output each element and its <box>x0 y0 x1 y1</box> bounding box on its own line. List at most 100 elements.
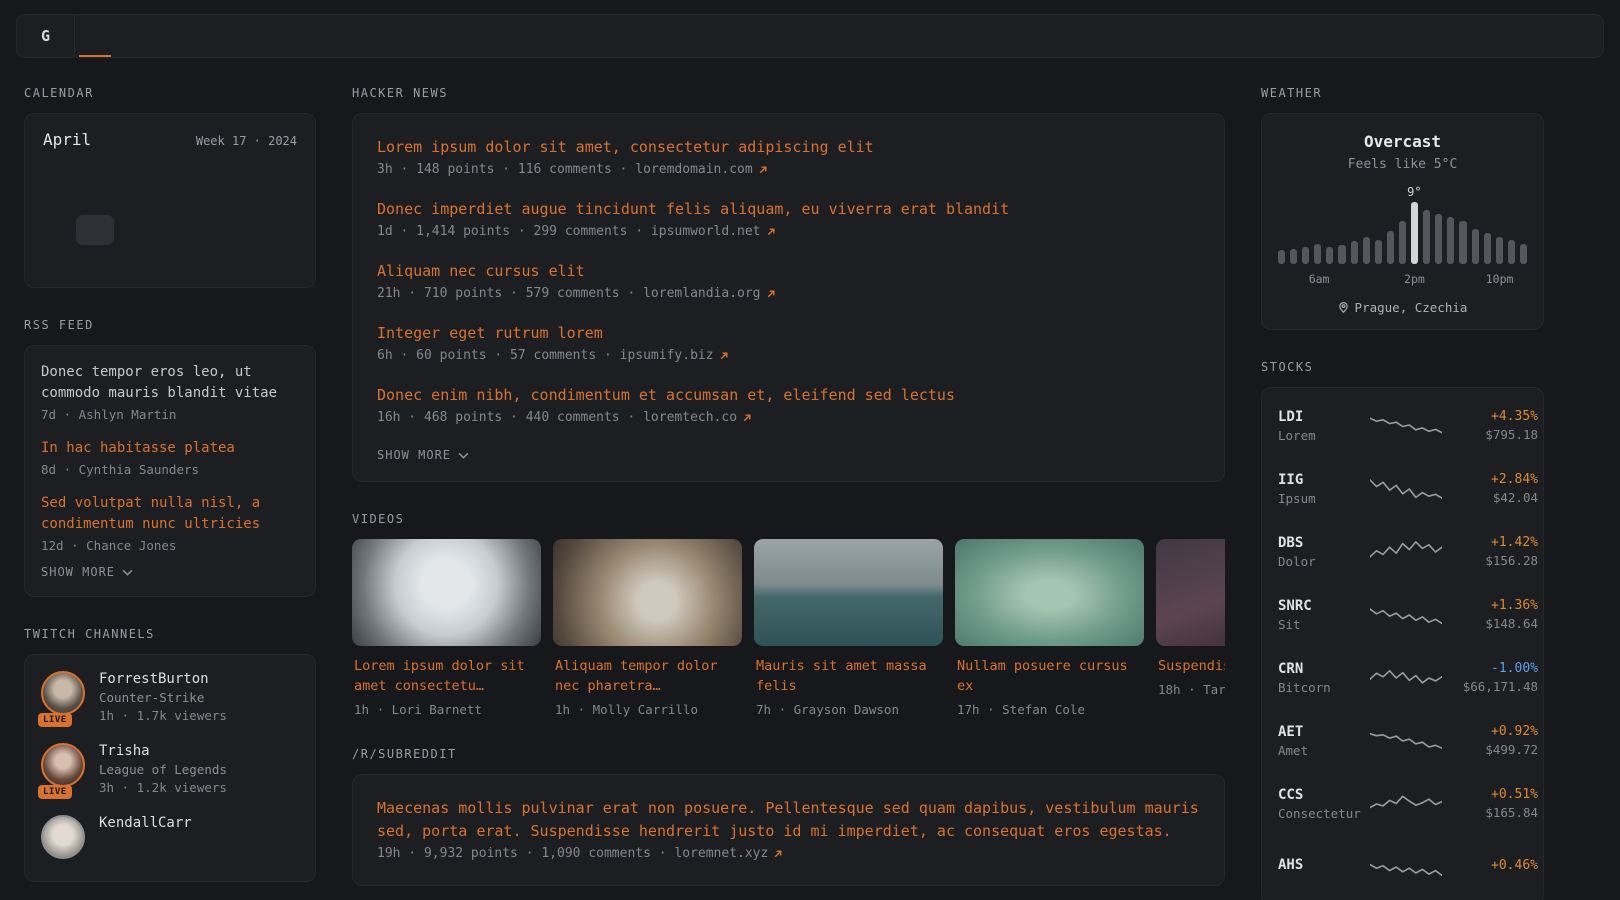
stock-row[interactable]: CRN Bitcorn -1.00% $66,171.48 <box>1278 646 1527 709</box>
video-title[interactable]: Aliquam tempor dolor nec pharetra… <box>555 656 740 696</box>
stock-row[interactable]: DBS Dolor +1.42% $156.28 <box>1278 520 1527 583</box>
hackernews-item-title[interactable]: Lorem ipsum dolor sit amet, consectetur … <box>377 136 1200 159</box>
rss-item-title[interactable]: Donec tempor eros leo, ut commodo mauris… <box>41 362 299 404</box>
calendar-day-header <box>114 159 151 185</box>
hackernews-item-title[interactable]: Donec imperdiet augue tincidunt felis al… <box>377 198 1200 221</box>
stock-row[interactable]: LDI Lorem +4.35% $795.18 <box>1278 394 1527 457</box>
twitch-channel[interactable]: KendallCarr <box>41 815 299 859</box>
hackernews-item-title[interactable]: Aliquam nec cursus elit <box>377 260 1200 283</box>
calendar-day[interactable] <box>76 245 113 275</box>
page-tab[interactable] <box>175 15 207 57</box>
external-link-icon[interactable] <box>758 165 768 175</box>
channel-avatar <box>41 671 85 715</box>
calendar-day[interactable] <box>189 215 226 245</box>
video-card[interactable]: Mauris sit amet massa felis 7h · Grayson… <box>754 539 943 717</box>
stock-symbol[interactable]: IIG <box>1278 472 1370 488</box>
external-link-icon[interactable] <box>719 351 729 361</box>
video-thumbnail[interactable] <box>553 539 742 646</box>
rss-show-more-button[interactable]: SHOW MORE <box>41 565 133 579</box>
calendar-day[interactable] <box>114 185 151 215</box>
video-thumbnail[interactable] <box>1156 539 1225 646</box>
video-title[interactable]: Suspendisse diam <box>1158 656 1225 676</box>
location-pin-icon <box>1338 301 1349 314</box>
external-link-icon[interactable] <box>766 289 776 299</box>
stock-name: Dolor <box>1278 554 1370 569</box>
video-title[interactable]: Nullam posuere cursus ex <box>957 656 1142 696</box>
channel-name[interactable]: Trisha <box>99 743 227 759</box>
calendar-day[interactable] <box>76 185 113 215</box>
hackernews-item-meta-text: 21h · 710 points · 579 comments · loreml… <box>377 286 761 301</box>
stock-row[interactable]: SNRC Sit +1.36% $148.64 <box>1278 583 1527 646</box>
calendar-day[interactable] <box>189 245 226 275</box>
hackernews-show-more-button[interactable]: SHOW MORE <box>377 448 469 462</box>
external-link-icon[interactable] <box>773 849 783 859</box>
calendar-day[interactable] <box>39 245 76 275</box>
video-card[interactable]: Suspendisse diam 18h · Tara <box>1156 539 1225 717</box>
hackernews-section-title: HACKER NEWS <box>352 86 1225 100</box>
stock-row[interactable]: AET Amet +0.92% $499.72 <box>1278 709 1527 772</box>
page-tab[interactable] <box>143 15 175 57</box>
calendar-day[interactable] <box>39 185 76 215</box>
stock-row[interactable]: IIG Ipsum +2.84% $42.04 <box>1278 457 1527 520</box>
video-title[interactable]: Mauris sit amet massa felis <box>756 656 941 696</box>
stock-price: $156.28 <box>1442 553 1538 568</box>
twitch-channel[interactable]: LIVE ForrestBurton Counter-Strike 1h · 1… <box>41 671 299 723</box>
calendar-day[interactable] <box>264 185 301 215</box>
calendar-day[interactable] <box>151 215 188 245</box>
calendar-day[interactable] <box>264 215 301 245</box>
video-meta: 1h · Lori Barnett <box>354 702 539 717</box>
channel-info: KendallCarr <box>99 815 192 859</box>
calendar-day[interactable] <box>226 185 263 215</box>
stock-symbol[interactable]: DBS <box>1278 535 1370 551</box>
stock-symbol[interactable]: AET <box>1278 724 1370 740</box>
stock-symbol[interactable]: CRN <box>1278 661 1370 677</box>
video-title[interactable]: Lorem ipsum dolor sit amet consectetu… <box>354 656 539 696</box>
video-card[interactable]: Lorem ipsum dolor sit amet consectetu… 1… <box>352 539 541 717</box>
left-column: CALENDAR April Week 17 · 2024 RSS FEED D… <box>24 86 316 900</box>
weather-location[interactable]: Prague, Czechia <box>1278 300 1527 315</box>
live-badge: LIVE <box>38 713 72 727</box>
external-link-icon[interactable] <box>766 227 776 237</box>
calendar-month[interactable]: April <box>43 130 91 149</box>
page-tab[interactable] <box>79 15 111 57</box>
calendar-day[interactable] <box>76 215 113 245</box>
hackernews-item-title[interactable]: Integer eget rutrum lorem <box>377 322 1200 345</box>
rss-item-title[interactable]: In hac habitasse platea <box>41 438 299 459</box>
stock-symbol[interactable]: LDI <box>1278 409 1370 425</box>
channel-name[interactable]: KendallCarr <box>99 815 192 831</box>
stock-symbol[interactable]: AHS <box>1278 857 1370 873</box>
stock-row[interactable]: CCS Consectetur +0.51% $165.84 <box>1278 772 1527 835</box>
video-card[interactable]: Nullam posuere cursus ex 17h · Stefan Co… <box>955 539 1144 717</box>
rss-item-meta: 8d · Cynthia Saunders <box>41 462 299 477</box>
calendar-day[interactable] <box>264 245 301 275</box>
rss-item-title[interactable]: Sed volutpat nulla nisl, a condimentum n… <box>41 493 299 535</box>
stock-sparkline <box>1370 413 1442 439</box>
stock-change: +1.36% <box>1442 598 1538 613</box>
calendar-day[interactable] <box>151 185 188 215</box>
calendar-day[interactable] <box>114 245 151 275</box>
page-tab[interactable] <box>111 15 143 57</box>
video-thumbnail[interactable] <box>955 539 1144 646</box>
stock-symbol[interactable]: CCS <box>1278 787 1370 803</box>
video-thumbnail[interactable] <box>352 539 541 646</box>
stock-symbol[interactable]: SNRC <box>1278 598 1370 614</box>
calendar-day[interactable] <box>189 185 226 215</box>
weather-hour-bar <box>1399 221 1406 264</box>
external-link-icon[interactable] <box>742 413 752 423</box>
twitch-channel[interactable]: LIVE Trisha League of Legends 3h · 1.2k … <box>41 743 299 795</box>
video-thumbnail[interactable] <box>754 539 943 646</box>
subreddit-post-title[interactable]: Maecenas mollis pulvinar erat non posuer… <box>377 797 1200 843</box>
calendar-day[interactable] <box>226 215 263 245</box>
calendar-day[interactable] <box>39 215 76 245</box>
stock-id: SNRC Sit <box>1278 598 1370 632</box>
calendar-day[interactable] <box>114 215 151 245</box>
video-card[interactable]: Aliquam tempor dolor nec pharetra… 1h · … <box>553 539 742 717</box>
weather-hour-bar <box>1278 250 1285 264</box>
channel-name[interactable]: ForrestBurton <box>99 671 227 687</box>
calendar-day[interactable] <box>151 245 188 275</box>
calendar-day[interactable] <box>226 245 263 275</box>
hackernews-item-title[interactable]: Donec enim nibh, condimentum et accumsan… <box>377 384 1200 407</box>
subreddit-widget: /R/SUBREDDIT Maecenas mollis pulvinar er… <box>352 747 1225 886</box>
app-logo[interactable]: G <box>17 15 75 57</box>
stock-row[interactable]: AHS +0.46% <box>1278 835 1527 898</box>
